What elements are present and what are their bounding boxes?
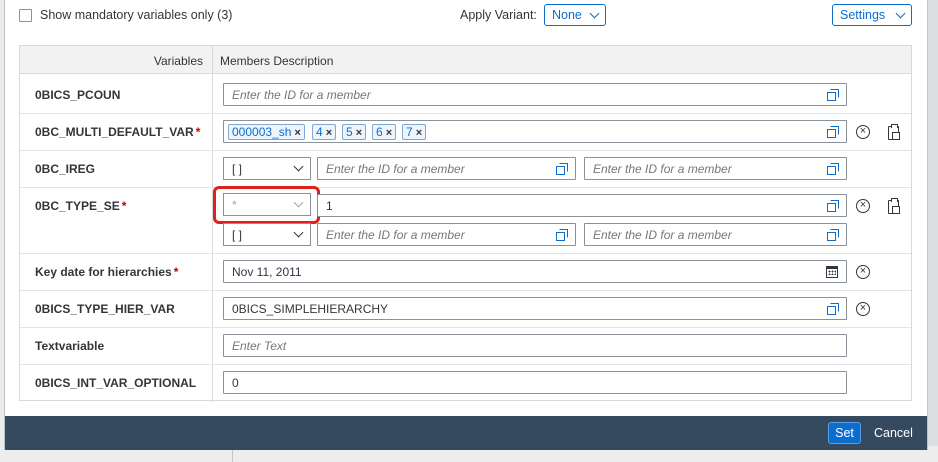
- row-divider: [20, 113, 911, 114]
- variable-name-type-se-text: 0BC_TYPE_SE: [35, 199, 120, 213]
- token-remove-icon[interactable]: ×: [386, 127, 392, 139]
- variable-name-keydate-text: Key date for hierarchies: [35, 265, 172, 279]
- column-divider: [212, 46, 213, 402]
- variable-name-type-hier: 0BICS_TYPE_HIER_VAR: [35, 302, 175, 316]
- variant-select[interactable]: None: [544, 4, 606, 26]
- token-remove-icon[interactable]: ×: [416, 127, 422, 139]
- variables-dialog: Show mandatory variables only (3) Apply …: [4, 0, 928, 450]
- variable-name-multi: 0BC_MULTI_DEFAULT_VAR *: [35, 125, 200, 139]
- mandatory-only-label[interactable]: Show mandatory variables only (3): [40, 8, 232, 22]
- ireg-operator-select[interactable]: [ ]: [223, 157, 311, 180]
- clear-icon[interactable]: ×: [856, 125, 870, 139]
- clipboard-icon[interactable]: [888, 124, 900, 140]
- clipboard-icon[interactable]: [888, 198, 900, 214]
- ireg-from-placeholder: Enter the ID for a member: [326, 162, 465, 176]
- variable-name-keydate: Key date for hierarchies *: [35, 265, 178, 279]
- token-text: 4: [316, 125, 323, 139]
- int-opt-value: 0: [232, 376, 239, 390]
- type-se-value-input[interactable]: 1: [317, 194, 847, 217]
- table-header: Variables Members Description: [20, 46, 911, 74]
- variable-name-type-se: 0BC_TYPE_SE *: [35, 199, 126, 213]
- token-4[interactable]: 4 ×: [312, 124, 337, 140]
- value-help-icon[interactable]: [827, 303, 839, 315]
- row-divider: [20, 327, 911, 328]
- ireg-to-placeholder: Enter the ID for a member: [593, 162, 732, 176]
- background-right-strip: [928, 0, 938, 446]
- highlight-annotation: [213, 186, 320, 224]
- column-header-variables: Variables: [153, 54, 203, 68]
- value-help-icon[interactable]: [827, 163, 839, 175]
- dialog-footer: Set Cancel: [5, 416, 927, 450]
- clear-icon[interactable]: ×: [856, 265, 870, 279]
- row-divider: [20, 253, 911, 254]
- variable-name-pcoun: 0BICS_PCOUN: [35, 88, 121, 102]
- chevron-down-icon: [589, 8, 600, 18]
- chevron-down-icon: [293, 227, 304, 238]
- mandatory-only-checkbox[interactable]: [19, 9, 32, 22]
- column-header-members: Members Description: [220, 54, 334, 68]
- value-help-icon[interactable]: [827, 229, 839, 241]
- apply-variant-label: Apply Variant:: [460, 8, 537, 22]
- token-text: 000003_sh: [232, 125, 292, 139]
- value-help-icon[interactable]: [827, 89, 839, 101]
- variable-name-textvar: Textvariable: [35, 339, 105, 353]
- required-marker: *: [173, 265, 179, 279]
- token-remove-icon[interactable]: ×: [326, 127, 332, 139]
- token-remove-icon[interactable]: ×: [294, 127, 300, 139]
- token-000003-sh[interactable]: 000003_sh ×: [228, 124, 305, 140]
- value-help-icon[interactable]: [556, 163, 568, 175]
- value-help-icon[interactable]: [827, 200, 839, 212]
- settings-button[interactable]: Settings: [832, 4, 912, 26]
- row-divider: [20, 187, 911, 188]
- row-divider: [20, 364, 911, 365]
- pcoun-placeholder: Enter the ID for a member: [232, 88, 371, 102]
- required-marker: *: [195, 125, 201, 139]
- variables-table: Variables Members Description 0BICS_PCOU…: [19, 45, 912, 402]
- row-divider: [20, 150, 911, 151]
- int-opt-input[interactable]: 0: [223, 371, 847, 394]
- token-text: 7: [406, 125, 413, 139]
- multi-input[interactable]: 000003_sh × 4 × 5 × 6 × 7 ×: [223, 120, 847, 143]
- clear-icon[interactable]: ×: [856, 199, 870, 213]
- ireg-operator-value: [ ]: [232, 162, 243, 176]
- variable-name-ireg: 0BC_IREG: [35, 162, 96, 176]
- textvar-input[interactable]: Enter Text: [223, 334, 847, 357]
- token-text: 6: [376, 125, 383, 139]
- variable-name-int-opt: 0BICS_INT_VAR_OPTIONAL: [35, 376, 197, 390]
- type-se-operator-value-2: [ ]: [232, 228, 243, 242]
- row-divider: [20, 290, 911, 291]
- value-help-icon[interactable]: [556, 229, 568, 241]
- type-se-to-input[interactable]: Enter the ID for a member: [584, 223, 847, 246]
- chevron-down-icon: [895, 8, 906, 18]
- set-button[interactable]: Set: [828, 422, 861, 444]
- required-marker: *: [121, 199, 127, 213]
- ireg-to-input[interactable]: Enter the ID for a member: [584, 157, 847, 180]
- value-help-icon[interactable]: [827, 126, 839, 138]
- cancel-button[interactable]: Cancel: [874, 423, 913, 443]
- keydate-value: Nov 11, 2011: [232, 265, 302, 279]
- calendar-icon[interactable]: [826, 266, 838, 278]
- variant-select-value: None: [552, 8, 582, 22]
- type-se-to-placeholder: Enter the ID for a member: [593, 228, 732, 242]
- token-6[interactable]: 6 ×: [372, 124, 397, 140]
- token-remove-icon[interactable]: ×: [356, 127, 362, 139]
- chevron-down-icon: [293, 161, 304, 172]
- type-hier-input[interactable]: 0BICS_SIMPLEHIERARCHY: [223, 297, 847, 320]
- type-se-operator-select-2[interactable]: [ ]: [223, 223, 311, 246]
- keydate-date-picker[interactable]: Nov 11, 2011: [223, 260, 847, 283]
- type-hier-value: 0BICS_SIMPLEHIERARCHY: [232, 302, 389, 316]
- textvar-placeholder: Enter Text: [232, 339, 287, 353]
- token-5[interactable]: 5 ×: [342, 124, 367, 140]
- token-7[interactable]: 7 ×: [402, 124, 427, 140]
- clear-icon[interactable]: ×: [856, 302, 870, 316]
- token-text: 5: [346, 125, 353, 139]
- variable-name-multi-text: 0BC_MULTI_DEFAULT_VAR: [35, 125, 194, 139]
- type-se-value: 1: [326, 199, 333, 213]
- dialog-toolbar: Show mandatory variables only (3) Apply …: [5, 0, 927, 32]
- ireg-from-input[interactable]: Enter the ID for a member: [317, 157, 576, 180]
- type-se-from-input[interactable]: Enter the ID for a member: [317, 223, 576, 246]
- settings-button-label: Settings: [840, 8, 886, 22]
- type-se-from-placeholder: Enter the ID for a member: [326, 228, 465, 242]
- pcoun-input[interactable]: Enter the ID for a member: [223, 83, 847, 106]
